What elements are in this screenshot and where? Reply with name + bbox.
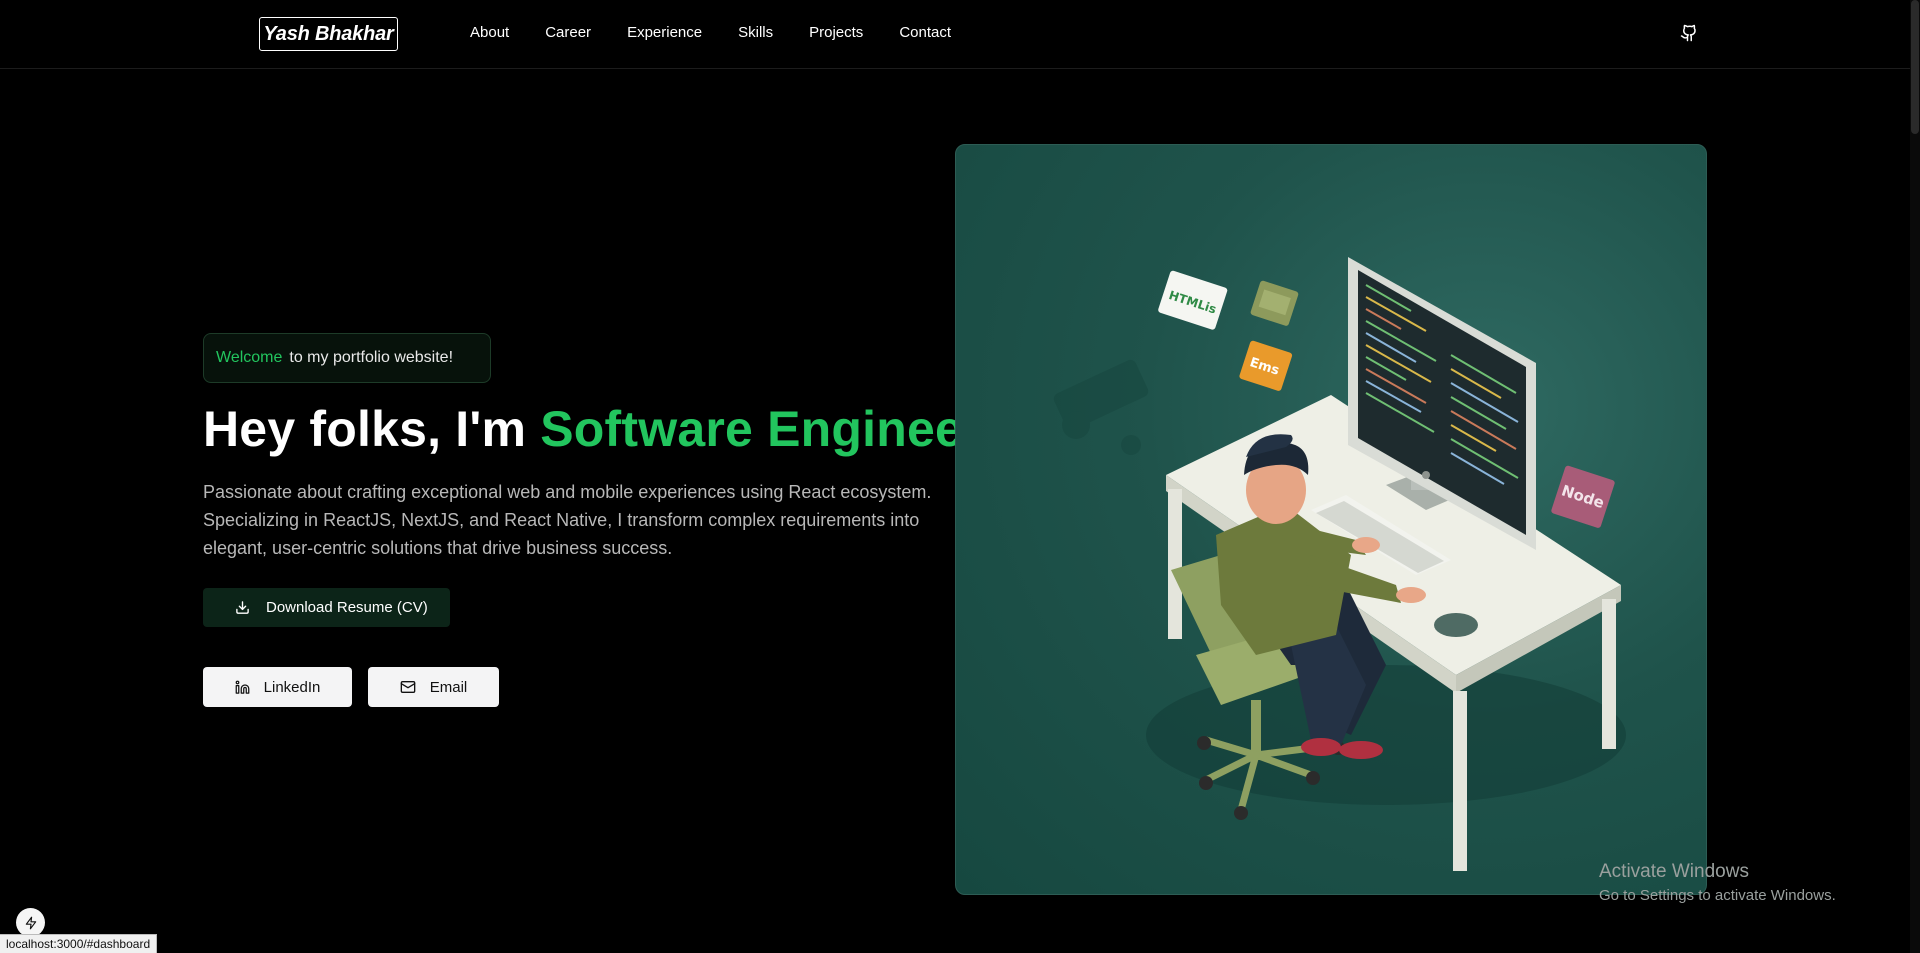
page-scrollbar[interactable]: [1910, 0, 1920, 953]
site-header: Yash Bhakhar About Career Experience Ski…: [0, 0, 1910, 69]
email-label: Email: [429, 678, 468, 696]
activate-title: Activate Windows: [1599, 861, 1749, 882]
linkedin-button[interactable]: LinkedIn: [203, 667, 352, 707]
download-resume-label: Download Resume (CV): [266, 599, 428, 616]
github-icon[interactable]: [1680, 24, 1698, 42]
scrollbar-thumb[interactable]: [1911, 0, 1919, 134]
hero-description: Passionate about crafting exceptional we…: [203, 482, 932, 558]
nav-projects[interactable]: Projects: [809, 24, 863, 41]
welcome-badge: Welcome to my portfolio website!: [203, 333, 491, 383]
hero-illustration: HTMLis Ems Node: [955, 144, 1707, 895]
linkedin-label: LinkedIn: [263, 678, 321, 696]
main-nav: About Career Experience Skills Projects …: [470, 24, 951, 41]
download-icon: [236, 601, 249, 614]
hero-headline: Hey folks, I'm Software Engineer: [203, 400, 983, 458]
dev-tools-bolt-icon[interactable]: [16, 908, 45, 937]
mail-icon: [400, 681, 416, 693]
email-button[interactable]: Email: [368, 667, 499, 707]
nav-experience[interactable]: Experience: [627, 24, 702, 41]
windows-activation-watermark: Activate Windows Go to Settings to activ…: [1599, 861, 1836, 904]
headline-accent: Software Engineer: [540, 401, 983, 457]
status-bar-url: localhost:3000/#dashboard: [0, 934, 158, 953]
welcome-text: to my portfolio website!: [289, 349, 454, 366]
activate-subtitle: Go to Settings to activate Windows.: [1599, 887, 1836, 904]
linkedin-icon: [235, 680, 250, 694]
download-resume-button[interactable]: Download Resume (CV): [203, 588, 450, 627]
welcome-highlight: Welcome: [216, 349, 283, 366]
site-logo[interactable]: Yash Bhakhar: [259, 17, 398, 51]
nav-about[interactable]: About: [470, 24, 509, 41]
headline-prefix: Hey folks, I'm: [203, 401, 541, 457]
nav-career[interactable]: Career: [545, 24, 591, 41]
nav-contact[interactable]: Contact: [899, 24, 951, 41]
nav-skills[interactable]: Skills: [738, 24, 773, 41]
